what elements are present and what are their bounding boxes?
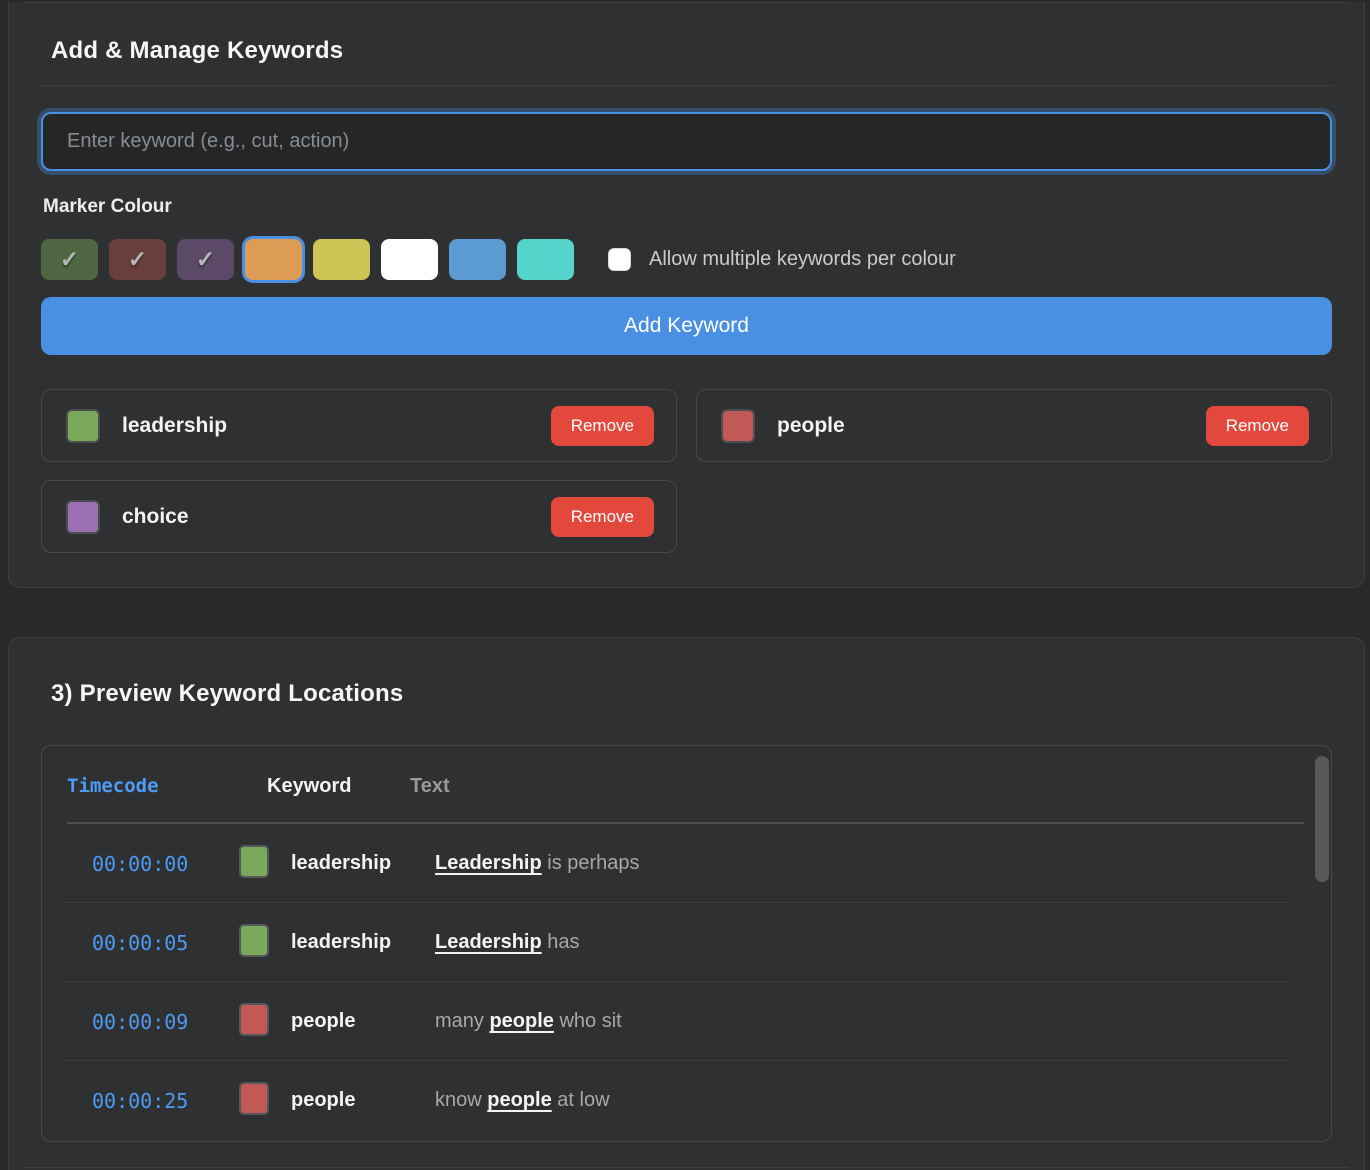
row-keyword: leadership — [291, 931, 435, 954]
keyword-colour-swatch — [721, 409, 755, 443]
check-icon: ✓ — [60, 248, 79, 271]
add-keyword-button[interactable]: Add Keyword — [41, 297, 1332, 355]
row-text-after: is perhaps — [542, 852, 640, 874]
keyword-chip-choice: choice Remove — [41, 480, 677, 553]
row-text-match: people — [489, 1010, 553, 1032]
row-colour-swatch — [239, 1003, 269, 1036]
row-text-before: know — [435, 1089, 487, 1111]
palette-row: ✓ ✓ ✓ — [41, 239, 574, 280]
keyword-label: choice — [122, 505, 189, 529]
row-timecode: 00:00:00 — [42, 852, 239, 876]
allow-multiple-checkbox[interactable] — [608, 248, 631, 271]
row-colour-swatch — [239, 924, 269, 957]
header-keyword: Keyword — [267, 775, 410, 798]
row-keyword: leadership — [291, 852, 435, 875]
below-table-divider — [24, 1167, 1349, 1168]
keyword-colour-swatch — [66, 500, 100, 534]
row-timecode: 00:00:25 — [42, 1089, 239, 1113]
marker-colour-label: Marker Colour — [43, 196, 1332, 218]
row-timecode: 00:00:05 — [42, 931, 239, 955]
header-text: Text — [410, 775, 450, 798]
title-divider — [40, 85, 1333, 86]
row-text-after: who sit — [554, 1010, 622, 1032]
palette-swatch-orange[interactable] — [245, 239, 302, 280]
row-text-match: Leadership — [435, 852, 542, 874]
keyword-label: leadership — [122, 414, 227, 438]
table-row[interactable]: 00:00:05 leadershipLeadership has — [42, 903, 1331, 982]
table-row[interactable]: 00:00:09 peoplemany people who sit — [42, 982, 1331, 1061]
row-text-after: has — [542, 931, 580, 953]
row-keyword: people — [291, 1010, 435, 1033]
row-text-after: at low — [552, 1089, 610, 1111]
palette-swatch-yellow[interactable] — [313, 239, 370, 280]
preview-table: Timecode Keyword Text 00:00:00 leadership… — [41, 745, 1332, 1142]
palette-swatch-white[interactable] — [381, 239, 438, 280]
keyword-input[interactable] — [41, 112, 1332, 171]
table-scrollbar[interactable] — [1315, 756, 1329, 882]
check-icon: ✓ — [128, 248, 147, 271]
table-header-row: Timecode Keyword Text — [42, 746, 1331, 798]
keyword-chip-leadership: leadership Remove — [41, 389, 677, 462]
keyword-chip-people: people Remove — [696, 389, 1332, 462]
palette-swatch-blue[interactable] — [449, 239, 506, 280]
row-text: know people at low — [435, 1089, 610, 1112]
table-row[interactable]: 00:00:00 leadershipLeadership is perhaps — [42, 824, 1331, 903]
palette-swatch-green[interactable]: ✓ — [41, 239, 98, 280]
section-title-preview: 3) Preview Keyword Locations — [51, 680, 1332, 708]
row-text-before: many — [435, 1010, 489, 1032]
palette-swatch-teal[interactable] — [517, 239, 574, 280]
allow-multiple-wrap: Allow multiple keywords per colour — [608, 248, 956, 271]
keyword-label: people — [777, 414, 845, 438]
row-text: Leadership is perhaps — [435, 852, 640, 875]
row-swatch-cell — [239, 845, 291, 883]
preview-panel: 3) Preview Keyword Locations Timecode Ke… — [8, 637, 1365, 1170]
check-icon: ✓ — [196, 248, 215, 271]
table-body: 00:00:00leadershipLeadership is perhaps0… — [42, 824, 1331, 1140]
keyword-manager-panel: Add & Manage Keywords Marker Colour ✓ ✓✓ … — [8, 2, 1365, 588]
remove-keyword-button[interactable]: Remove — [1206, 406, 1309, 446]
row-timecode: 00:00:09 — [42, 1010, 239, 1034]
row-swatch-cell — [239, 924, 291, 962]
palette-swatch-purple[interactable]: ✓ — [177, 239, 234, 280]
row-colour-swatch — [239, 1082, 269, 1115]
section-title-keywords: Add & Manage Keywords — [51, 37, 1332, 65]
row-swatch-cell — [239, 1003, 291, 1041]
row-text-match: people — [487, 1089, 551, 1111]
remove-keyword-button[interactable]: Remove — [551, 406, 654, 446]
row-keyword: people — [291, 1089, 435, 1112]
row-text: Leadership has — [435, 931, 580, 954]
row-text: many people who sit — [435, 1010, 622, 1033]
row-text-match: Leadership — [435, 931, 542, 953]
table-row[interactable]: 00:00:25 peopleknow people at low — [42, 1061, 1331, 1140]
remove-keyword-button[interactable]: Remove — [551, 497, 654, 537]
palette-swatch-red[interactable]: ✓ — [109, 239, 166, 280]
header-timecode: Timecode — [67, 775, 267, 797]
keyword-list: leadership Remove people Remove choice Remove — [41, 389, 1332, 553]
keyword-colour-swatch — [66, 409, 100, 443]
row-swatch-cell — [239, 1082, 291, 1120]
allow-multiple-label: Allow multiple keywords per colour — [649, 248, 956, 271]
row-colour-swatch — [239, 845, 269, 878]
